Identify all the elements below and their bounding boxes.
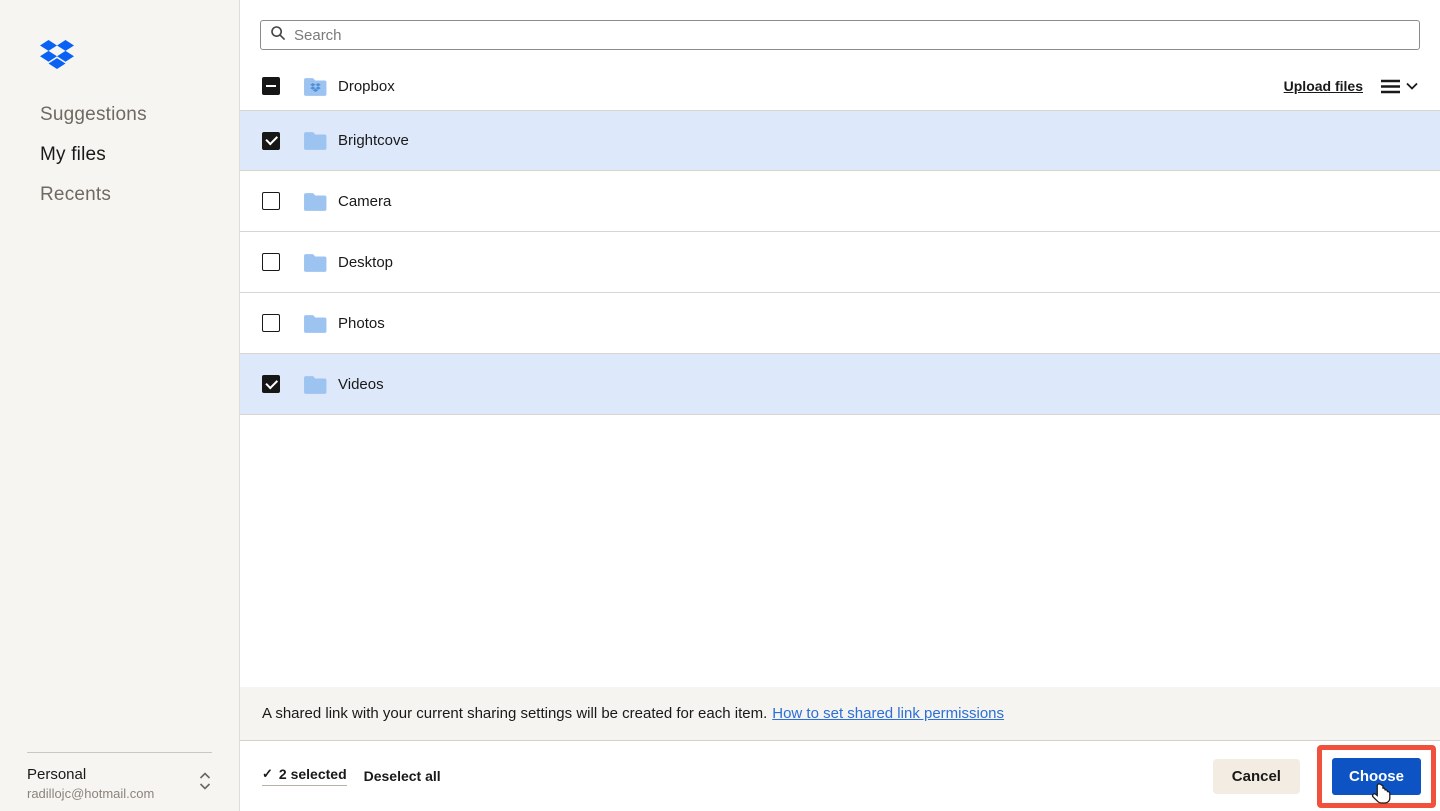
deselect-all-button[interactable]: Deselect all xyxy=(364,768,441,784)
checkbox-unchecked[interactable] xyxy=(262,253,280,271)
folder-icon xyxy=(303,252,328,273)
root-checkbox-indeterminate[interactable] xyxy=(262,77,280,95)
account-name: Personal xyxy=(27,766,87,783)
account-switcher[interactable]: Personal radillojc@hotmail.com xyxy=(27,752,212,801)
checkbox-checked[interactable] xyxy=(262,375,280,393)
shared-link-message: A shared link with your current sharing … xyxy=(262,705,768,722)
root-folder-label: Dropbox xyxy=(338,77,395,95)
account-info: Personal radillojc@hotmail.com xyxy=(27,766,154,801)
folder-row-videos[interactable]: Videos xyxy=(240,354,1440,415)
checkbox-unchecked[interactable] xyxy=(262,192,280,210)
folder-list: Brightcove Camera Desktop Photos Videos xyxy=(240,110,1440,415)
search-bar xyxy=(260,20,1420,50)
shared-link-permissions-link[interactable]: How to set shared link permissions xyxy=(772,705,1004,722)
chevron-down-icon xyxy=(1406,82,1418,90)
annotation-highlight-box: Choose xyxy=(1316,744,1436,808)
folder-name: Desktop xyxy=(338,253,394,271)
sidebar: Suggestions My files Recents Personal ra… xyxy=(0,0,240,811)
folder-row-brightcove[interactable]: Brightcove xyxy=(240,110,1440,171)
folder-row-camera[interactable]: Camera xyxy=(240,171,1440,232)
folder-icon xyxy=(303,374,328,395)
view-options-button[interactable] xyxy=(1381,79,1418,94)
sidebar-item-recents[interactable]: Recents xyxy=(0,175,239,215)
file-picker-main: Dropbox Upload files xyxy=(240,0,1440,811)
folder-name: Videos xyxy=(338,375,384,393)
upload-files-link[interactable]: Upload files xyxy=(1284,78,1363,94)
folder-name: Photos xyxy=(338,314,385,332)
folder-row-photos[interactable]: Photos xyxy=(240,293,1440,354)
folder-icon xyxy=(303,313,328,334)
sidebar-item-suggestions[interactable]: Suggestions xyxy=(0,95,239,135)
folder-row-desktop[interactable]: Desktop xyxy=(240,232,1440,293)
shared-link-info-bar: A shared link with your current sharing … xyxy=(240,687,1440,741)
search-input[interactable] xyxy=(294,26,1410,44)
root-folder-row[interactable]: Dropbox Upload files xyxy=(240,50,1440,110)
dropbox-chooser-window: Suggestions My files Recents Personal ra… xyxy=(0,0,1440,811)
checkbox-checked[interactable] xyxy=(262,131,280,150)
list-view-icon xyxy=(1381,79,1400,94)
folder-name: Camera xyxy=(338,192,392,210)
action-footer: ✓ 2 selected Deselect all Cancel Choose xyxy=(240,741,1440,811)
selection-count-label: 2 selected xyxy=(278,766,347,782)
dropbox-root-folder-icon xyxy=(303,76,328,97)
check-icon: ✓ xyxy=(262,766,273,781)
account-email: radillojc@hotmail.com xyxy=(27,786,155,801)
empty-list-area xyxy=(240,415,1440,687)
sidebar-nav: Suggestions My files Recents xyxy=(0,95,239,215)
dropbox-logo-icon xyxy=(40,40,74,69)
folder-name: Brightcove xyxy=(338,132,409,149)
account-switcher-chevrons-icon[interactable] xyxy=(198,771,212,796)
checkbox-unchecked[interactable] xyxy=(262,314,280,332)
dropbox-glyph-icon xyxy=(310,82,321,92)
search-icon xyxy=(270,25,294,46)
cancel-button[interactable]: Cancel xyxy=(1212,758,1300,794)
choose-button[interactable]: Choose xyxy=(1331,757,1421,795)
selection-count: ✓ 2 selected xyxy=(262,766,347,786)
folder-icon xyxy=(303,130,328,151)
folder-icon xyxy=(303,191,328,212)
sidebar-item-my-files[interactable]: My files xyxy=(0,135,239,175)
